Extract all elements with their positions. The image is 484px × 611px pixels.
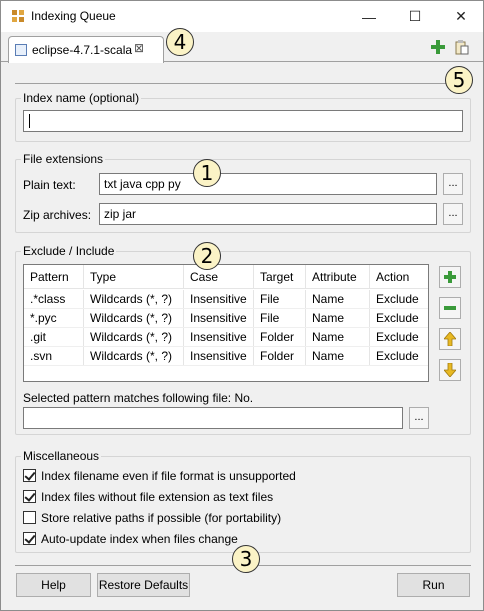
annotation-badge-5: 5 — [445, 66, 473, 94]
column-header[interactable]: Case — [184, 265, 254, 288]
window-title: Indexing Queue — [31, 9, 116, 23]
attribute-cell: Name — [306, 347, 370, 365]
maximize-button[interactable]: ☐ — [393, 1, 437, 32]
plus-icon — [444, 271, 456, 283]
index-name-title: Index name (optional) — [21, 91, 142, 105]
restore-defaults-button[interactable]: Restore Defaults — [97, 573, 190, 597]
minimize-icon: — — [362, 8, 376, 25]
help-button[interactable]: Help — [16, 573, 91, 597]
zip-archives-input[interactable]: zip jar — [99, 203, 437, 225]
checkbox-relative-paths[interactable] — [23, 511, 36, 524]
text-cursor — [29, 114, 30, 128]
column-header[interactable]: Pattern — [24, 265, 84, 288]
remove-pattern-button[interactable] — [439, 297, 461, 319]
type-cell: Wildcards (*, ?) — [84, 347, 184, 365]
tab-bar: eclipse-4.7.1-scala ⊠ — [1, 32, 483, 63]
checkbox-auto-update[interactable] — [23, 532, 36, 545]
case-cell: Insensitive — [184, 309, 254, 327]
plain-text-label: Plain text: — [23, 178, 76, 192]
exclude-include-title: Exclude / Include — [21, 244, 117, 258]
attribute-cell: Name — [306, 309, 370, 327]
action-cell: Exclude — [376, 311, 419, 325]
arrow-up-icon — [444, 332, 456, 346]
table-row[interactable]: *.pyc Wildcards (*, ?) Insensitive File … — [24, 309, 428, 328]
clipboard-icon[interactable] — [454, 39, 470, 55]
annotation-badge-1: 1 — [193, 159, 221, 187]
target-cell: Folder — [254, 347, 306, 365]
table-row[interactable]: .*class Wildcards (*, ?) Insensitive Fil… — [24, 290, 428, 309]
pattern-cell: .git — [24, 328, 84, 346]
tab-close-icon[interactable]: ⊠ — [134, 41, 144, 55]
type-cell: Wildcards (*, ?) — [84, 328, 184, 346]
checklist-icon — [15, 44, 27, 56]
zip-archives-browse-button[interactable]: ... — [443, 203, 463, 225]
attribute-cell: Name — [306, 290, 370, 308]
pattern-cell: .*class — [24, 290, 84, 308]
zip-archives-label: Zip archives: — [23, 208, 92, 222]
column-header[interactable]: Target — [254, 265, 306, 288]
type-cell: Wildcards (*, ?) — [84, 309, 184, 327]
checkbox-no-extension[interactable] — [23, 490, 36, 503]
app-icon — [12, 10, 24, 22]
tab-label: eclipse-4.7.1-scala — [32, 43, 133, 57]
action-cell: Exclude — [376, 349, 419, 363]
run-button[interactable]: Run — [397, 573, 470, 597]
checkbox-label[interactable]: Index files without file extension as te… — [41, 490, 273, 504]
title-bar: Indexing Queue — ☐ ✕ — [1, 1, 483, 32]
maximize-icon: ☐ — [408, 8, 422, 24]
file-extensions-title: File extensions — [21, 152, 106, 166]
add-tab-icon[interactable] — [430, 39, 446, 55]
case-cell: Insensitive — [184, 290, 254, 308]
minus-icon — [444, 306, 456, 310]
target-cell: File — [254, 309, 306, 327]
pattern-cell: *.pyc — [24, 309, 84, 327]
pattern-match-browse-button[interactable]: ... — [409, 407, 429, 429]
separator — [15, 83, 471, 84]
column-header[interactable]: Type — [84, 265, 184, 288]
tab-eclipse[interactable]: eclipse-4.7.1-scala ⊠ — [8, 36, 164, 63]
pattern-cell: .svn — [24, 347, 84, 365]
miscellaneous-title: Miscellaneous — [21, 449, 102, 463]
checkbox-label[interactable]: Auto-update index when files change — [41, 532, 238, 546]
case-cell: Insensitive — [184, 347, 254, 365]
pattern-table[interactable]: Pattern Type Case Target Attribute Actio… — [23, 264, 429, 382]
table-header: Pattern Type Case Target Attribute Actio… — [24, 265, 428, 289]
index-name-input[interactable] — [23, 110, 463, 132]
minimize-button[interactable]: — — [347, 1, 391, 32]
close-button[interactable]: ✕ — [439, 1, 483, 32]
move-down-button[interactable] — [439, 359, 461, 381]
move-up-button[interactable] — [439, 328, 461, 350]
table-row-empty — [24, 366, 428, 381]
column-header[interactable]: Action — [370, 265, 428, 288]
checkbox-label[interactable]: Index filename even if file format is un… — [41, 469, 296, 483]
checkbox-label[interactable]: Store relative paths if possible (for po… — [41, 511, 281, 525]
table-row[interactable]: .svn Wildcards (*, ?) Insensitive Folder… — [24, 347, 428, 366]
annotation-badge-4: 4 — [166, 28, 194, 56]
case-cell: Insensitive — [184, 328, 254, 346]
type-cell: Wildcards (*, ?) — [84, 290, 184, 308]
arrow-down-icon — [444, 363, 456, 377]
column-header[interactable]: Attribute — [306, 265, 370, 288]
pattern-match-input[interactable] — [23, 407, 403, 429]
action-cell: Exclude — [376, 292, 419, 306]
annotation-badge-2: 2 — [193, 242, 221, 270]
plain-text-browse-button[interactable]: ... — [443, 173, 463, 195]
pattern-match-label: Selected pattern matches following file:… — [23, 391, 254, 405]
indexing-queue-window: Indexing Queue — ☐ ✕ eclipse-4.7.1-scala… — [0, 0, 484, 611]
close-icon: ✕ — [455, 8, 467, 24]
add-pattern-button[interactable] — [439, 266, 461, 288]
action-cell: Exclude — [376, 330, 419, 344]
target-cell: Folder — [254, 328, 306, 346]
checkbox-index-filename[interactable] — [23, 469, 36, 482]
table-row[interactable]: .git Wildcards (*, ?) Insensitive Folder… — [24, 328, 428, 347]
attribute-cell: Name — [306, 328, 370, 346]
annotation-badge-3: 3 — [232, 545, 260, 573]
plain-text-input[interactable]: txt java cpp py — [99, 173, 437, 195]
target-cell: File — [254, 290, 306, 308]
